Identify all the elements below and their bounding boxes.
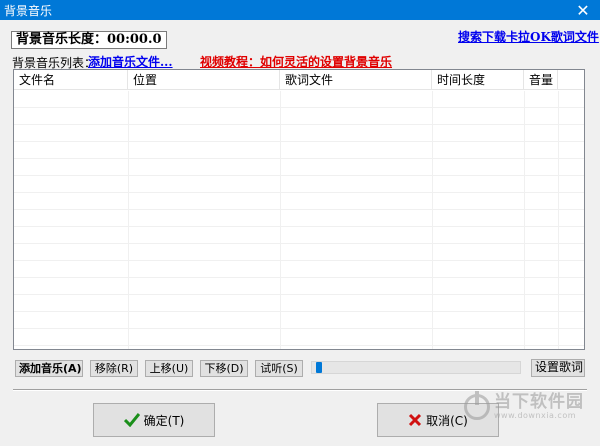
column-divider bbox=[280, 91, 281, 349]
list-body[interactable] bbox=[14, 91, 584, 349]
watermark-en: www.downxia.com bbox=[494, 410, 577, 420]
move-down-button[interactable]: 下移(D) bbox=[200, 360, 248, 377]
search-lyrics-link[interactable]: 搜索下载卡拉OK歌词文件 bbox=[458, 28, 599, 45]
column-divider bbox=[558, 91, 559, 349]
add-music-button[interactable]: 添加音乐(A) bbox=[15, 360, 83, 377]
column-divider bbox=[128, 91, 129, 349]
slider-thumb[interactable] bbox=[316, 362, 322, 373]
column-header-duration[interactable]: 时间长度 bbox=[432, 70, 524, 90]
watermark-cn: 当下软件园 bbox=[494, 392, 584, 412]
column-header-filename[interactable]: 文件名 bbox=[14, 70, 128, 90]
move-up-button[interactable]: 上移(U) bbox=[145, 360, 193, 377]
watermark: 当下软件园 www.downxia.com bbox=[464, 390, 584, 420]
ok-button[interactable]: 确定(T) bbox=[93, 403, 215, 437]
preview-volume-slider[interactable] bbox=[311, 361, 521, 374]
video-tutorial-link[interactable]: 视频教程：如何灵活的设置背景音乐 bbox=[200, 53, 392, 70]
set-lyrics-button[interactable]: 设置歌词 bbox=[531, 359, 585, 377]
close-icon[interactable]: ✕ bbox=[566, 0, 600, 20]
watermark-text: 当下软件园 www.downxia.com bbox=[494, 393, 584, 420]
music-list[interactable]: 文件名 位置 歌词文件 时间长度 音量 bbox=[13, 69, 585, 350]
background-music-dialog: 背景音乐 ✕ 背景音乐长度：00:00.0 搜索下载卡拉OK歌词文件 背景音乐列… bbox=[0, 0, 600, 446]
separator bbox=[13, 389, 587, 391]
watermark-logo-icon bbox=[464, 390, 490, 420]
column-header-lyrics-file[interactable]: 歌词文件 bbox=[280, 70, 432, 90]
music-length-display: 背景音乐长度：00:00.0 bbox=[11, 31, 167, 49]
check-icon bbox=[123, 413, 140, 427]
remove-button[interactable]: 移除(R) bbox=[90, 360, 138, 377]
ok-button-label: 确定(T) bbox=[143, 413, 185, 428]
column-header-filler bbox=[558, 70, 584, 90]
window-title: 背景音乐 bbox=[4, 3, 53, 18]
column-header-volume[interactable]: 音量 bbox=[524, 70, 558, 90]
column-divider bbox=[524, 91, 525, 349]
preview-button[interactable]: 试听(S) bbox=[255, 360, 303, 377]
title-bar[interactable]: 背景音乐 ✕ bbox=[0, 0, 600, 20]
list-header: 文件名 位置 歌词文件 时间长度 音量 bbox=[14, 70, 584, 90]
add-music-file-link[interactable]: 添加音乐文件... bbox=[88, 53, 173, 70]
x-icon bbox=[408, 413, 422, 427]
column-divider bbox=[432, 91, 433, 349]
column-header-position[interactable]: 位置 bbox=[128, 70, 280, 90]
cancel-button-label: 取消(C) bbox=[426, 413, 468, 428]
